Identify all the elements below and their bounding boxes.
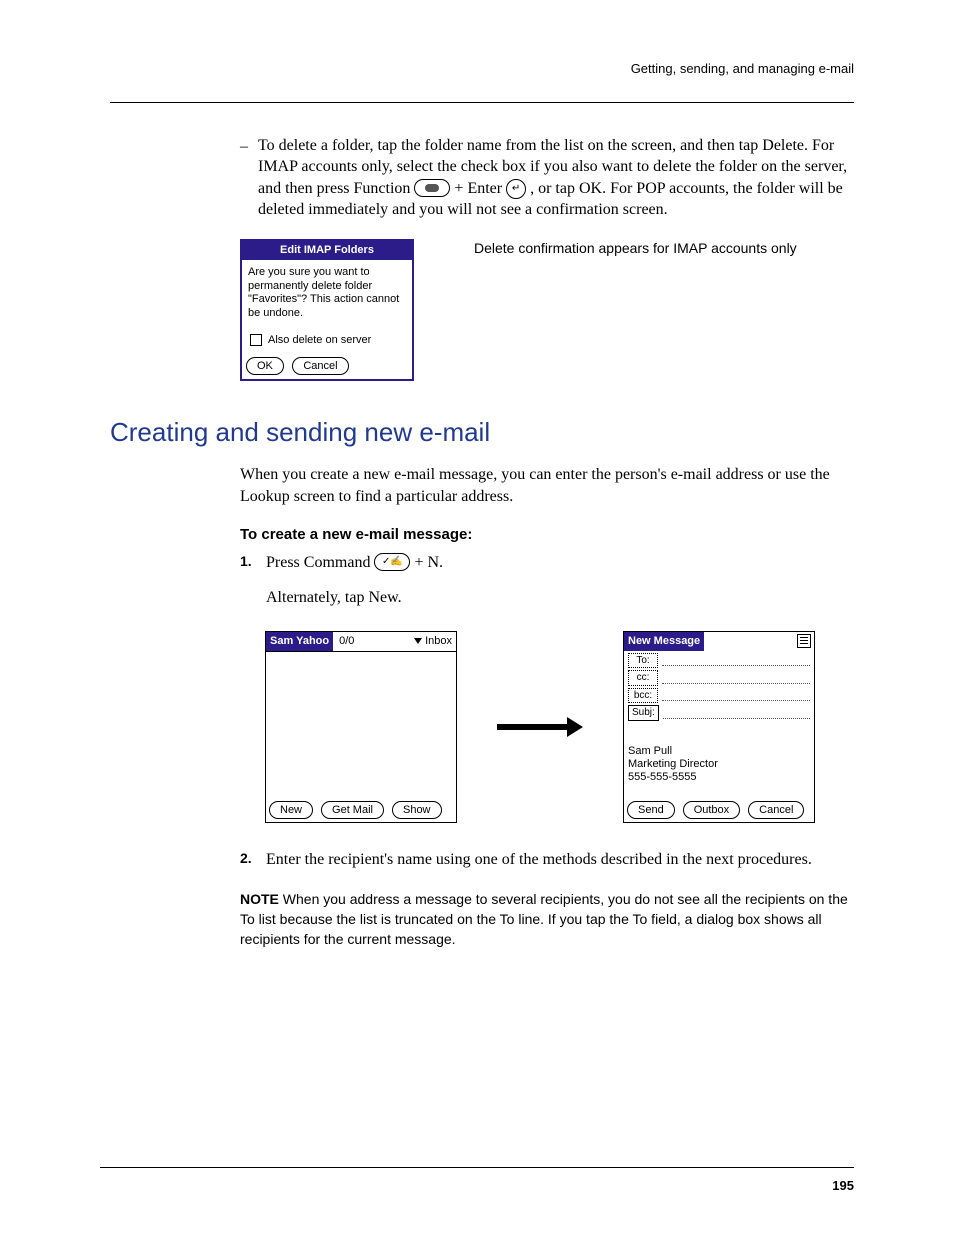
show-button[interactable]: Show [392,801,442,819]
inbox-list-area [266,652,456,798]
cancel-button[interactable]: Cancel [292,357,348,375]
step-1-text-b: + N. [414,554,443,571]
dialog-title: Edit IMAP Folders [242,241,412,260]
signature-block: Sam Pull Marketing Director 555-555-5555 [628,745,810,785]
step-1-text-a: Press Command [266,554,374,571]
running-head: Getting, sending, and managing e-mail [110,60,854,78]
subj-label[interactable]: Subj: [628,705,659,721]
to-field[interactable] [662,655,810,666]
inbox-folder-label: Inbox [425,635,452,647]
note-text: When you address a message to several re… [240,891,848,948]
compose-screen: New Message To: cc: bcc: Subj: Sam Pull … [623,631,815,823]
cc-field[interactable] [662,673,810,684]
document-icon[interactable] [797,634,811,648]
function-key-icon [414,179,450,197]
also-delete-label: Also delete on server [268,333,371,348]
to-label[interactable]: To: [628,653,658,669]
sig-phone: 555-555-5555 [628,771,810,784]
inbox-folder-menu[interactable]: Inbox [410,632,456,651]
note-block: NOTE When you address a message to sever… [240,889,854,950]
new-button[interactable]: New [269,801,313,819]
step-2-number: 2. [240,849,258,871]
bullet-dash: – [240,135,248,221]
note-label: NOTE [240,891,279,907]
compose-cancel-button[interactable]: Cancel [748,801,804,819]
section-intro: When you create a new e-mail message, yo… [240,464,854,507]
compose-title: New Message [624,632,704,651]
dialog-caption: Delete confirmation appears for IMAP acc… [474,239,797,258]
dialog-body: Are you sure you want to permanently del… [242,260,412,327]
chevron-down-icon [414,638,422,644]
inbox-screen: Sam Yahoo 0/0 Inbox New Get Mail Show [265,631,457,823]
bcc-field[interactable] [662,690,810,701]
step-1-number: 1. [240,552,258,574]
get-mail-button[interactable]: Get Mail [321,801,384,819]
inbox-count: 0/0 [333,632,410,651]
ok-button[interactable]: OK [246,357,284,375]
enter-key-icon: ↵ [506,179,526,199]
sig-name: Sam Pull [628,745,810,758]
command-key-icon: ✓✍ [374,553,410,571]
bcc-label[interactable]: bcc: [628,688,658,704]
arrow-icon [497,718,583,736]
step-1-alt: Alternately, tap New. [266,587,854,609]
step-2-text: Enter the recipient's name using one of … [266,849,854,871]
page-number: 195 [832,1177,854,1195]
step-1: 1. Press Command ✓✍ + N. [240,552,854,574]
bullet-text-b: + Enter [454,180,506,197]
section-heading: Creating and sending new e-mail [110,415,854,450]
also-delete-checkbox[interactable] [250,334,262,346]
inbox-account-title: Sam Yahoo [266,632,333,651]
outbox-button[interactable]: Outbox [683,801,740,819]
procedure-subhead: To create a new e-mail message: [240,525,854,545]
delete-folder-bullet: – To delete a folder, tap the folder nam… [240,135,854,221]
edit-imap-dialog: Edit IMAP Folders Are you sure you want … [240,239,414,381]
step-2: 2. Enter the recipient's name using one … [240,849,854,871]
bullet-text: To delete a folder, tap the folder name … [258,135,854,221]
subj-field[interactable] [663,708,810,719]
send-button[interactable]: Send [627,801,675,819]
cc-label[interactable]: cc: [628,670,658,686]
sig-title: Marketing Director [628,758,810,771]
header-rule [110,102,854,103]
